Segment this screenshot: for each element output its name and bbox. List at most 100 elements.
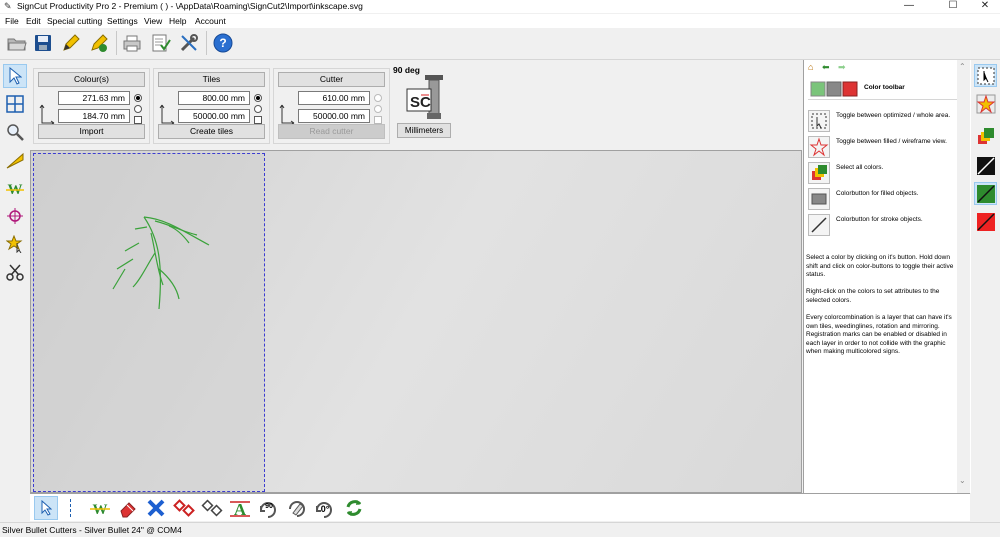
rotate-0-label: 0° (321, 504, 330, 514)
signcut-logo[interactable]: SC (405, 75, 449, 121)
status-text: Silver Bullet Cutters - Silver Bullet 24… (2, 525, 182, 535)
red-color-button[interactable] (974, 210, 997, 233)
colours-header: Colour(s) (38, 72, 145, 87)
menu-special-cutting[interactable]: Special cutting (47, 16, 102, 26)
cutter-header: Cutter (278, 72, 385, 87)
scroll-up-icon[interactable]: ⌃ (959, 62, 966, 71)
help-paragraph: Right-click on the colors to set attribu… (806, 288, 940, 304)
close-button[interactable]: ✕ (970, 0, 1000, 13)
cutter-height-radio (374, 105, 382, 113)
optimize-area-icon[interactable] (974, 64, 997, 87)
colours-panel: Colour(s) 271.63 mm 184.70 mm Import (33, 68, 150, 144)
colours-lock-checkbox[interactable] (134, 116, 142, 124)
stroke-colorbutton-icon (808, 214, 830, 236)
design-canvas[interactable] (30, 150, 802, 493)
help-item: Select all colors. (808, 162, 968, 184)
black-color-button[interactable] (974, 154, 997, 177)
menu-bar: File Edit Special cutting Settings View … (0, 14, 1000, 28)
wireframe-star-icon[interactable] (974, 92, 997, 115)
menu-edit[interactable]: Edit (26, 16, 41, 26)
units-button[interactable]: Millimeters (397, 123, 451, 138)
colours-height-field[interactable]: 184.70 mm (58, 109, 130, 123)
zoom-icon[interactable] (3, 120, 27, 144)
open-folder-icon[interactable] (6, 32, 28, 54)
tiles-lock-checkbox[interactable] (254, 116, 262, 124)
menu-view[interactable]: View (144, 16, 162, 26)
read-cutter-button[interactable]: Read cutter (278, 124, 385, 139)
weed-box-icon[interactable]: W (88, 496, 112, 520)
text-weed-icon[interactable]: A (228, 496, 252, 520)
cutter-panel: Cutter 610.00 mm 50000.00 mm Read cutter (273, 68, 390, 144)
minimize-button[interactable]: — (894, 0, 924, 13)
rotate-90-icon[interactable]: 90 (256, 496, 280, 520)
help-item: Toggle between optimized / whole area. (808, 110, 968, 132)
scroll-down-icon[interactable]: ⌄ (959, 476, 966, 485)
eraser-icon[interactable] (116, 496, 140, 520)
tiles-width-radio[interactable] (254, 94, 262, 102)
logo-text: SC (410, 94, 431, 111)
help-item: Toggle between filled / wireframe view. (808, 136, 968, 158)
menu-account[interactable]: Account (195, 16, 226, 26)
back-arrow-icon[interactable]: ⬅ (822, 62, 830, 72)
rotation-label: 90 deg (393, 65, 420, 75)
wireframe-star-icon (808, 136, 830, 158)
delete-x-icon[interactable] (144, 496, 168, 520)
forward-arrow-icon[interactable]: ➡ (838, 62, 846, 72)
home-icon[interactable]: ⌂ (808, 62, 813, 72)
branch-graphic[interactable] (111, 209, 221, 319)
edit-node-icon[interactable] (88, 32, 110, 54)
save-icon[interactable] (32, 32, 54, 54)
job-controls: Colour(s) 271.63 mm 184.70 mm Import Til… (30, 60, 802, 149)
rotate-tool-icon[interactable] (284, 496, 308, 520)
menu-settings[interactable]: Settings (107, 16, 138, 26)
select-mode-icon[interactable] (34, 496, 58, 520)
tiles-grid-icon[interactable] (3, 92, 27, 116)
left-toolbox: W (0, 60, 30, 494)
weed-line-icon[interactable] (3, 148, 27, 172)
red-nodes-icon[interactable] (172, 496, 196, 520)
color-toolbar (971, 60, 1000, 522)
print-icon[interactable] (121, 32, 143, 54)
help-item-text: Colorbutton for filled objects. (836, 190, 919, 197)
help-icon[interactable]: ? (212, 32, 234, 54)
help-navigation: ⌂ ⬅ ➡ (808, 62, 846, 74)
tile-divider-icon[interactable] (70, 499, 72, 517)
status-bar: Silver Bullet Cutters - Silver Bullet 24… (0, 522, 1000, 537)
cutter-lock-checkbox (374, 116, 382, 124)
settings-tools-icon[interactable] (178, 32, 200, 54)
help-item: Colorbutton for stroke objects. (808, 214, 968, 236)
registration-mark-icon[interactable] (3, 204, 27, 228)
refresh-icon[interactable] (342, 496, 366, 520)
colours-width-field[interactable]: 271.63 mm (58, 91, 130, 105)
create-tiles-button[interactable]: Create tiles (158, 124, 265, 139)
star-pointer-icon[interactable] (3, 232, 27, 256)
help-scrollbar[interactable]: ⌃ ⌄ (957, 60, 970, 493)
checklist-icon[interactable] (150, 32, 172, 54)
colours-width-radio[interactable] (134, 94, 142, 102)
tiles-height-field[interactable]: 50000.00 mm (178, 109, 250, 123)
help-header: Color toolbar (808, 78, 968, 100)
colours-height-radio[interactable] (134, 105, 142, 113)
tiles-width-field[interactable]: 800.00 mm (178, 91, 250, 105)
menu-help[interactable]: Help (169, 16, 186, 26)
toolbar-separator (206, 31, 207, 55)
tiles-height-radio[interactable] (254, 105, 262, 113)
cutter-width-field[interactable]: 610.00 mm (298, 91, 370, 105)
tiles-header: Tiles (158, 72, 265, 87)
cutter-width-radio (374, 94, 382, 102)
help-item: Colorbutton for filled objects. (808, 188, 968, 210)
menu-file[interactable]: File (5, 16, 19, 26)
main-toolbar: ? (0, 28, 1000, 60)
cutter-height-field[interactable]: 50000.00 mm (298, 109, 370, 123)
import-button[interactable]: Import (38, 124, 145, 139)
outline-nodes-icon[interactable] (200, 496, 224, 520)
scissors-icon[interactable] (3, 260, 27, 284)
edit-pencil-icon[interactable] (60, 32, 82, 54)
weeding-w-icon[interactable]: W (3, 176, 27, 200)
rotate-0-icon[interactable]: 0° (312, 496, 336, 520)
maximize-button[interactable]: ☐ (938, 0, 968, 13)
select-all-colors-icon[interactable] (974, 124, 997, 147)
green-color-button[interactable] (974, 182, 997, 205)
color-toolbar-icon (810, 81, 858, 97)
select-arrow-icon[interactable] (3, 64, 27, 88)
